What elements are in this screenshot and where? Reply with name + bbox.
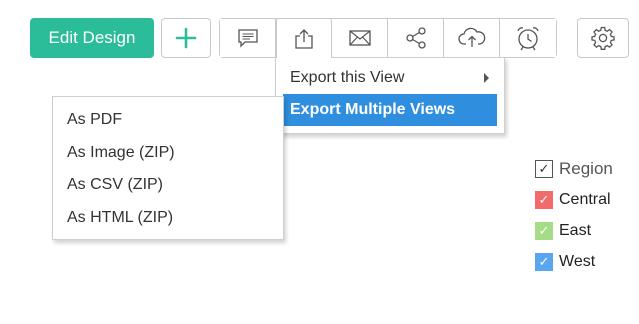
export-as-image-item[interactable]: As Image (ZIP)	[53, 137, 283, 170]
settings-button[interactable]	[577, 18, 629, 58]
legend-item-west[interactable]: ✓ West	[535, 246, 613, 277]
check-icon: ✓	[538, 161, 550, 176]
legend-label-west: West	[559, 252, 596, 270]
export-as-html-label: As HTML (ZIP)	[67, 208, 174, 226]
email-icon	[348, 28, 372, 48]
export-menu: Export this View Export Multiple Views	[275, 57, 505, 134]
legend: ✓ Region ✓ Central ✓ East ✓ West	[535, 153, 613, 277]
legend-checkbox-central[interactable]: ✓	[535, 190, 553, 209]
cloud-upload-button[interactable]	[444, 19, 500, 57]
legend-title-checkbox[interactable]: ✓	[535, 159, 553, 178]
add-button[interactable]	[161, 18, 211, 58]
export-as-csv-item[interactable]: As CSV (ZIP)	[53, 169, 283, 202]
legend-title-row[interactable]: ✓ Region	[535, 153, 613, 184]
alarm-button[interactable]	[500, 19, 556, 57]
legend-label-east: East	[559, 221, 592, 239]
export-as-pdf-label: As PDF	[67, 111, 123, 129]
export-multiple-views-item[interactable]: Export Multiple Views	[283, 94, 497, 126]
export-this-view-item[interactable]: Export this View	[283, 62, 497, 94]
submenu-arrow-icon	[484, 73, 489, 83]
check-icon: ✓	[538, 254, 550, 269]
plus-icon	[175, 27, 197, 49]
comment-button[interactable]	[220, 19, 276, 57]
legend-item-central[interactable]: ✓ Central	[535, 184, 613, 215]
legend-checkbox-east[interactable]: ✓	[535, 221, 553, 240]
check-icon: ✓	[538, 223, 550, 238]
export-as-html-item[interactable]: As HTML (ZIP)	[53, 202, 283, 235]
legend-label-central: Central	[559, 190, 611, 208]
export-icon	[292, 27, 316, 51]
edit-design-label: Edit Design	[48, 28, 136, 47]
export-this-view-label: Export this View	[290, 69, 405, 86]
view-actions-group	[219, 18, 557, 58]
export-as-pdf-item[interactable]: As PDF	[53, 104, 283, 137]
comment-icon	[236, 27, 260, 49]
export-format-submenu: As PDF As Image (ZIP) As CSV (ZIP) As HT…	[52, 96, 284, 240]
export-button[interactable]	[276, 18, 332, 58]
legend-title: Region	[559, 158, 613, 178]
check-icon: ✓	[538, 192, 550, 207]
gear-icon	[590, 25, 616, 51]
share-icon	[404, 26, 428, 50]
alarm-clock-icon	[515, 25, 541, 51]
cloud-upload-icon	[457, 26, 486, 50]
legend-checkbox-west[interactable]: ✓	[535, 252, 553, 271]
export-as-image-label: As Image (ZIP)	[67, 143, 175, 161]
share-button[interactable]	[388, 19, 444, 57]
legend-item-east[interactable]: ✓ East	[535, 215, 613, 246]
export-as-csv-label: As CSV (ZIP)	[67, 176, 164, 194]
edit-design-button[interactable]: Edit Design	[30, 18, 154, 58]
email-button[interactable]	[332, 19, 388, 57]
export-multiple-views-label: Export Multiple Views	[290, 101, 456, 118]
